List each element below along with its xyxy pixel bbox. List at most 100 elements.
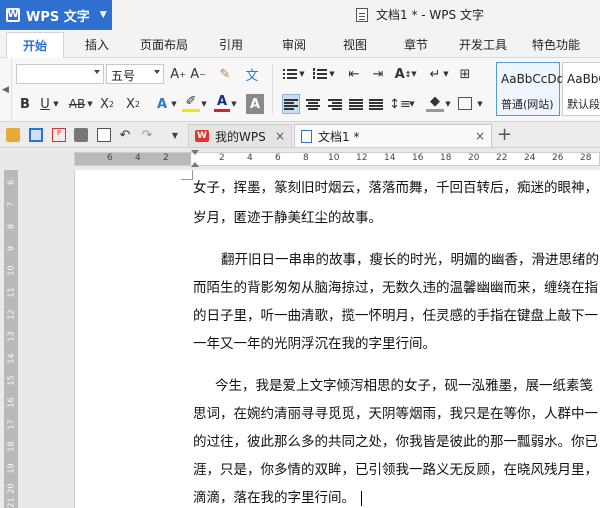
align-center-button[interactable] xyxy=(305,94,321,114)
bullet-list-icon[interactable] xyxy=(282,64,298,84)
save-icon[interactable] xyxy=(29,128,43,142)
chevron-down-icon[interactable]: ▼ xyxy=(200,94,208,114)
print-icon[interactable] xyxy=(74,128,88,142)
style-default-paragraph[interactable]: AaBbC 默认段 xyxy=(562,62,600,116)
chevron-down-icon[interactable]: ▼ xyxy=(298,64,306,84)
justify-button[interactable] xyxy=(348,94,364,114)
chevron-down-icon[interactable]: ▼ xyxy=(52,94,60,114)
first-line-indent-marker[interactable] xyxy=(191,150,199,155)
export-pdf-icon[interactable]: P xyxy=(52,128,66,142)
chevron-down-icon[interactable]: ▼ xyxy=(476,94,484,114)
chevron-down-icon xyxy=(94,70,100,74)
chevron-down-icon[interactable]: ▼ xyxy=(230,94,238,114)
chevron-down-icon[interactable]: ▼ xyxy=(442,64,450,84)
hanging-indent-marker[interactable] xyxy=(191,162,199,167)
phonetic-guide-icon[interactable]: 文 xyxy=(240,64,264,84)
ruler-number: 16 xyxy=(412,153,424,163)
tab-developer[interactable]: 开发工具 xyxy=(459,36,507,53)
clear-format-icon[interactable]: ✎ xyxy=(214,64,236,84)
ruler-number: 24 xyxy=(524,153,536,163)
align-left-button[interactable] xyxy=(282,94,300,114)
open-folder-icon[interactable] xyxy=(6,128,20,142)
ruler-number: 16 xyxy=(6,397,16,408)
ruler-number: 19 xyxy=(6,463,16,474)
chevron-down-icon[interactable]: ▼ xyxy=(328,64,336,84)
app-menu-button[interactable]: W WPS 文字 ▼ xyxy=(0,0,112,30)
bold-button[interactable]: B xyxy=(18,94,32,114)
ruler-number: 13 xyxy=(6,331,16,342)
numbered-list-icon[interactable] xyxy=(312,64,328,84)
distribute-button[interactable] xyxy=(368,94,384,114)
chevron-down-icon[interactable]: ▼ xyxy=(86,94,94,114)
tab-view[interactable]: 视图 xyxy=(343,36,367,53)
tab-review[interactable]: 审阅 xyxy=(282,36,306,53)
ruler-number: 14 xyxy=(384,153,396,163)
tab-page-layout[interactable]: 页面布局 xyxy=(140,36,188,53)
style-name: 普通(网站) xyxy=(501,98,554,111)
character-shading-icon[interactable]: A xyxy=(246,94,264,114)
text-line: 滴滴，落在我的字里行间。 xyxy=(193,490,355,506)
chevron-down-icon[interactable]: ▼ xyxy=(408,94,416,114)
ruler-number: 18 xyxy=(6,441,16,452)
font-name-select[interactable] xyxy=(16,64,104,84)
align-right-button[interactable] xyxy=(327,94,343,114)
tab-special-features[interactable]: 特色功能 xyxy=(532,36,580,53)
text-line-last: 滴滴，落在我的字里行间。 xyxy=(193,486,362,506)
new-tab-icon[interactable]: + xyxy=(497,124,512,145)
ruler-margin xyxy=(75,153,191,165)
redo-icon[interactable]: ↷ xyxy=(140,125,154,145)
tab-chapter[interactable]: 章节 xyxy=(404,36,428,53)
ruler-number: 17 xyxy=(6,419,16,430)
quick-access-tab-bar: P ↶ ↷ ▼ W 我的WPS × 文档1 * × + xyxy=(0,122,600,148)
line-spacing-icon[interactable]: ↕≡ xyxy=(389,94,411,114)
chevron-down-icon[interactable]: ▼ xyxy=(410,64,418,84)
increase-indent-icon[interactable]: ⇥ xyxy=(370,64,386,84)
text-effect-icon[interactable]: A xyxy=(154,94,170,114)
ruler-number: 20 xyxy=(468,153,480,163)
customize-toolbar-icon[interactable]: ▼ xyxy=(170,125,180,145)
table-grid-icon[interactable]: ⊞ xyxy=(456,64,474,84)
chevron-down-icon[interactable]: ▼ xyxy=(170,94,178,114)
tab-document1[interactable]: 文档1 * × xyxy=(294,124,492,147)
font-color-icon[interactable]: A xyxy=(214,94,230,112)
vertical-ruler[interactable]: 6 7 8 9 10 11 12 13 14 15 16 17 18 19 20… xyxy=(4,170,18,508)
text-line: 女子，挥墨，篆刻旧时烟云，落落而舞，千回百转后，痴迷的眼神， xyxy=(193,180,598,196)
chevron-down-icon xyxy=(154,70,160,74)
document-page[interactable]: 女子，挥墨，篆刻旧时烟云，落落而舞，千回百转后，痴迷的眼神， 岁月，匿迹于静美红… xyxy=(74,170,600,508)
style-normal-web[interactable]: AaBbCcDd 普通(网站) xyxy=(496,62,564,116)
ruler-number: 12 xyxy=(6,309,16,320)
document-icon xyxy=(356,7,368,22)
close-icon[interactable]: × xyxy=(475,129,485,143)
tab-home[interactable]: 开始 xyxy=(6,32,65,58)
ruler-number: 8 xyxy=(6,223,16,230)
tab-insert[interactable]: 插入 xyxy=(85,36,109,53)
subscript-button[interactable]: X2 xyxy=(124,94,142,114)
grow-font-icon[interactable]: A + xyxy=(170,64,186,84)
horizontal-ruler[interactable]: 6 4 2 2 4 6 8 10 12 14 16 18 20 22 24 26… xyxy=(74,150,600,167)
strikethrough-button[interactable]: AB xyxy=(66,94,88,114)
style-sample: AaBbCcDd xyxy=(501,72,565,86)
chevron-down-icon[interactable]: ▼ xyxy=(444,94,452,114)
ruler-number: 7 xyxy=(6,201,16,208)
decrease-indent-icon[interactable]: ⇤ xyxy=(346,64,362,84)
print-preview-icon[interactable] xyxy=(97,128,111,142)
close-icon[interactable]: × xyxy=(275,129,285,143)
highlight-icon[interactable]: ✐ xyxy=(182,94,200,112)
ruler-number: 20 xyxy=(6,483,16,494)
superscript-button[interactable]: X2 xyxy=(98,94,116,114)
border-icon[interactable] xyxy=(458,97,472,110)
tab-references[interactable]: 引用 xyxy=(219,36,243,53)
ribbon-scroll-left-icon[interactable]: ◀ xyxy=(0,58,12,122)
tab-my-wps[interactable]: W 我的WPS × xyxy=(188,124,292,147)
ruler-number: 26 xyxy=(552,153,564,163)
undo-icon[interactable]: ↶ xyxy=(118,125,132,145)
shrink-font-icon[interactable]: A − xyxy=(190,64,206,84)
divider xyxy=(272,64,273,114)
paint-bucket-icon[interactable]: ◆ xyxy=(426,94,444,112)
ruler-number: 2 xyxy=(163,153,169,163)
ruler-number: 2 xyxy=(219,153,225,163)
font-size-select[interactable]: 五号 xyxy=(106,64,164,84)
margin-corner-mark xyxy=(181,170,193,180)
line-break-icon[interactable]: ↵ xyxy=(428,64,442,84)
underline-button[interactable]: U xyxy=(38,94,52,114)
